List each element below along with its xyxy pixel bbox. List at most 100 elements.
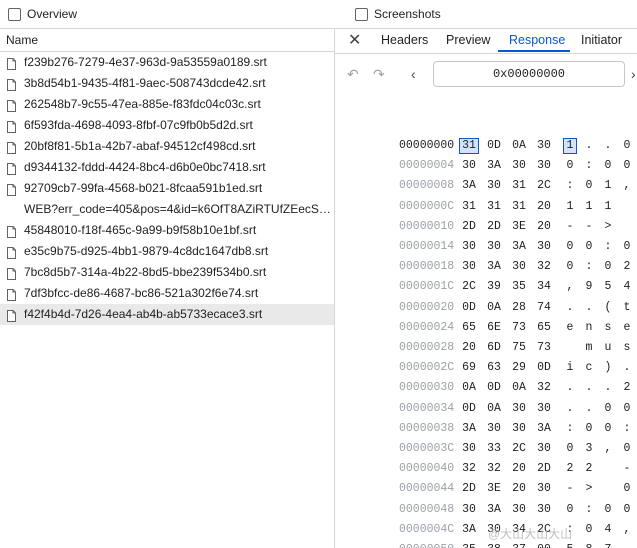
list-item[interactable]: f42f4b4d-7d26-4ea4-ab4b-ab5733ecace3.srt xyxy=(0,304,334,325)
hex-byte[interactable]: 33 xyxy=(484,439,504,459)
hex-byte[interactable]: 35 xyxy=(459,540,479,548)
hex-byte[interactable]: 3A xyxy=(459,419,479,439)
ascii-char[interactable]: 0 xyxy=(584,176,594,196)
hex-byte[interactable]: 30 xyxy=(509,156,529,176)
ascii-char[interactable]: 0 xyxy=(584,419,594,439)
list-item[interactable]: d9344132-fddd-4424-8bc4-d6b0e0bc7418.srt xyxy=(0,157,334,178)
ascii-char[interactable]: 0 xyxy=(584,520,594,540)
ascii-char[interactable]: 0 xyxy=(622,479,632,499)
ascii-char[interactable]: m xyxy=(584,338,594,358)
hex-byte[interactable]: 31 xyxy=(459,197,479,217)
ascii-char[interactable]: 0 xyxy=(622,439,632,459)
ascii-char[interactable]: > xyxy=(603,217,613,237)
hex-byte[interactable]: 32 xyxy=(484,459,504,479)
hex-offset[interactable]: 0000001C xyxy=(399,277,459,297)
ascii-char[interactable]: - xyxy=(622,459,632,479)
hex-byte[interactable]: 2D xyxy=(459,217,479,237)
ascii-char[interactable]: 1 xyxy=(603,176,613,196)
hex-offset[interactable]: 0000003C xyxy=(399,439,459,459)
ascii-char[interactable]: . xyxy=(584,378,594,398)
tab-preview[interactable]: Preview xyxy=(446,33,490,47)
ascii-char[interactable]: 0 xyxy=(622,136,632,156)
hex-byte[interactable]: 29 xyxy=(509,358,529,378)
hex-byte[interactable]: 3E xyxy=(509,217,529,237)
list-item[interactable]: 7df3bfcc-de86-4687-bc86-521a302f6e74.srt xyxy=(0,283,334,304)
ascii-char[interactable]: 0 xyxy=(622,399,632,419)
ascii-char[interactable]: : xyxy=(584,156,594,176)
redo-icon[interactable]: ↷ xyxy=(373,66,385,83)
list-item[interactable]: 6f593fda-4698-4093-8fbf-07c9fb0b5d2d.srt xyxy=(0,115,334,136)
ascii-char[interactable]: 0 xyxy=(603,500,613,520)
hex-byte[interactable]: 39 xyxy=(484,277,504,297)
hex-byte[interactable]: 3A xyxy=(484,257,504,277)
hex-byte[interactable]: 28 xyxy=(509,298,529,318)
ascii-char[interactable]: 5 xyxy=(603,277,613,297)
ascii-char[interactable]: 2 xyxy=(622,257,632,277)
ascii-char[interactable]: s xyxy=(603,318,613,338)
hex-byte[interactable]: 65 xyxy=(459,318,479,338)
hex-byte[interactable]: 30 xyxy=(484,176,504,196)
hex-byte[interactable]: 30 xyxy=(534,136,554,156)
ascii-char[interactable]: , xyxy=(622,520,632,540)
name-column-header[interactable]: Name xyxy=(0,29,334,52)
chevron-left-icon[interactable]: ‹ xyxy=(411,66,416,82)
hex-byte[interactable]: 3A xyxy=(459,176,479,196)
hex-byte[interactable]: 32 xyxy=(459,459,479,479)
ascii-char[interactable]: i xyxy=(565,358,575,378)
hex-offset[interactable]: 00000000 xyxy=(399,136,459,156)
ascii-char[interactable]: , xyxy=(622,176,632,196)
ascii-char[interactable]: 0 xyxy=(565,500,575,520)
ascii-char[interactable]: 1 xyxy=(603,197,613,217)
hex-byte[interactable]: 69 xyxy=(459,358,479,378)
list-item[interactable]: 92709cb7-99fa-4568-b021-8fcaa591b1ed.srt xyxy=(0,178,334,199)
hex-byte[interactable]: 20 xyxy=(509,479,529,499)
ascii-char[interactable]: 2 xyxy=(584,459,594,479)
ascii-char[interactable]: - xyxy=(584,217,594,237)
hex-offset[interactable]: 00000028 xyxy=(399,338,459,358)
hex-byte[interactable]: 3A xyxy=(459,520,479,540)
ascii-char[interactable]: 0 xyxy=(603,419,613,439)
ascii-char[interactable]: 9 xyxy=(584,277,594,297)
hex-byte[interactable]: 30 xyxy=(459,237,479,257)
ascii-char[interactable]: ( xyxy=(603,298,613,318)
list-item[interactable]: 20bf8f81-5b1a-42b7-abaf-94512cf498cd.srt xyxy=(0,136,334,157)
hex-byte[interactable]: 30 xyxy=(459,156,479,176)
hex-offset[interactable]: 00000034 xyxy=(399,399,459,419)
hex-offset[interactable]: 00000004 xyxy=(399,156,459,176)
hex-offset[interactable]: 0000002C xyxy=(399,358,459,378)
ascii-char[interactable]: . xyxy=(584,298,594,318)
hex-byte[interactable]: 0D xyxy=(484,378,504,398)
hex-byte[interactable]: 31 xyxy=(484,197,504,217)
ascii-char[interactable]: 1 xyxy=(565,197,575,217)
list-item[interactable]: 3b8d54b1-9435-4f81-9aec-508743dcde42.srt xyxy=(0,73,334,94)
ascii-char[interactable]: 4 xyxy=(622,277,632,297)
hex-offset[interactable]: 00000030 xyxy=(399,378,459,398)
list-item[interactable]: f239b276-7279-4e37-963d-9a53559a0189.srt xyxy=(0,52,334,73)
ascii-char[interactable]: 0 xyxy=(603,156,613,176)
ascii-char[interactable]: n xyxy=(584,318,594,338)
checkbox-box[interactable] xyxy=(355,7,368,21)
ascii-char[interactable]: : xyxy=(584,257,594,277)
hex-byte[interactable]: 30 xyxy=(484,237,504,257)
ascii-char[interactable]: c xyxy=(584,358,594,378)
hex-byte[interactable]: 0A xyxy=(484,399,504,419)
address-input[interactable]: 0x00000000 xyxy=(433,61,625,87)
ascii-char[interactable]: 0 xyxy=(603,257,613,277)
hex-byte[interactable]: 3A xyxy=(509,237,529,257)
hex-byte[interactable]: 30 xyxy=(484,419,504,439)
ascii-char[interactable]: > xyxy=(584,479,594,499)
ascii-char[interactable]: 2 xyxy=(565,459,575,479)
hex-byte[interactable]: 30 xyxy=(534,237,554,257)
ascii-char[interactable]: . xyxy=(603,378,613,398)
ascii-char[interactable]: 7 xyxy=(603,540,613,548)
ascii-char[interactable]: . xyxy=(565,378,575,398)
hex-byte[interactable]: 2D xyxy=(534,459,554,479)
ascii-char[interactable]: 4 xyxy=(603,520,613,540)
hex-byte[interactable]: 20 xyxy=(459,338,479,358)
hex-byte[interactable]: 34 xyxy=(534,277,554,297)
ascii-char[interactable]: . xyxy=(603,136,613,156)
hex-byte[interactable]: 30 xyxy=(509,257,529,277)
ascii-char[interactable]: ) xyxy=(603,358,613,378)
hex-byte[interactable]: 2D xyxy=(459,479,479,499)
close-icon[interactable]: ✕ xyxy=(348,30,361,50)
